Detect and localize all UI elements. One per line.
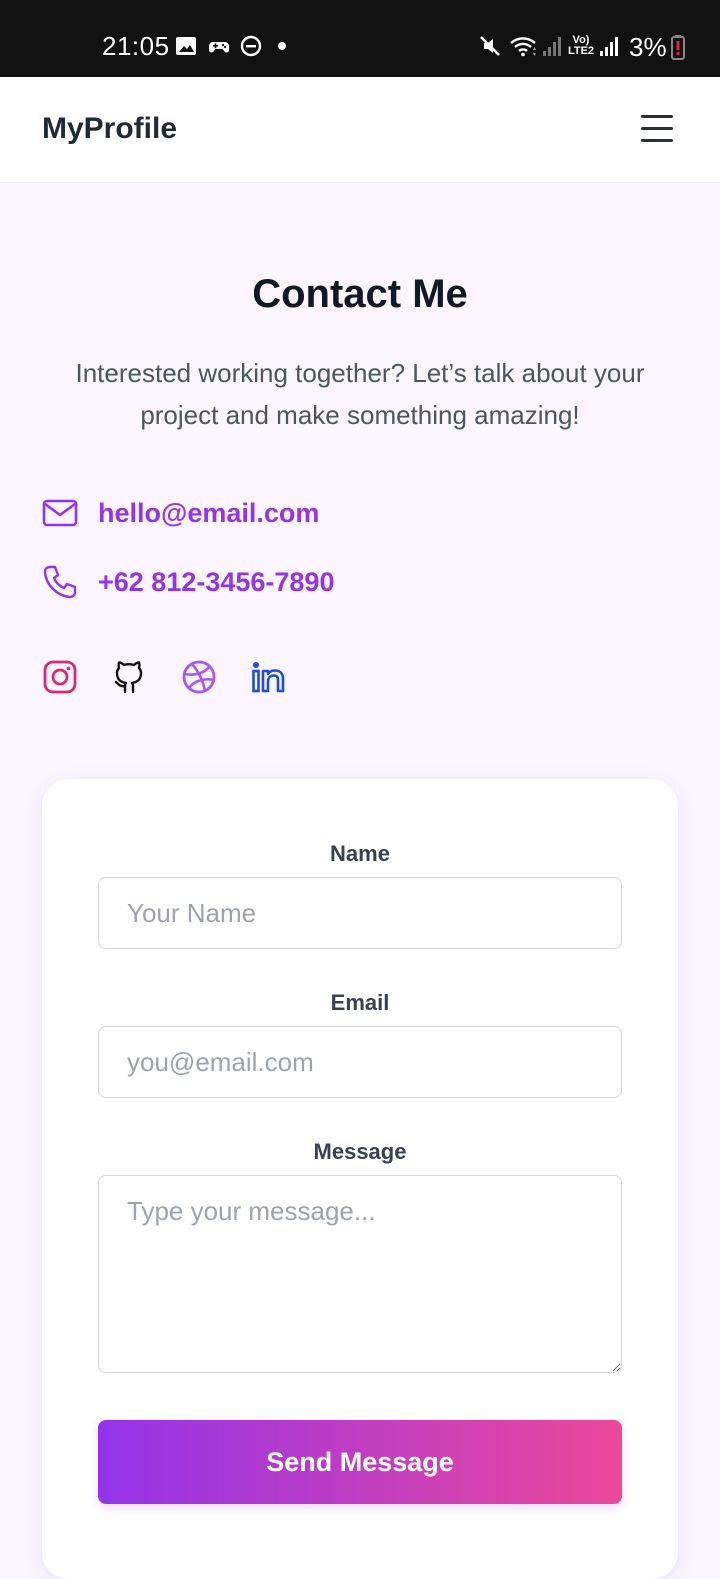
linkedin-icon[interactable] xyxy=(250,659,286,695)
signal-icon xyxy=(600,37,618,56)
phone-icon xyxy=(43,565,77,599)
status-time: 21:05 xyxy=(102,31,170,61)
email-link[interactable]: hello@email.com xyxy=(98,496,319,530)
brand-logo[interactable]: MyProfile xyxy=(42,111,177,147)
game-controller-icon xyxy=(209,42,229,53)
battery-low-icon xyxy=(671,35,685,60)
name-label: Name xyxy=(330,841,390,866)
message-label: Message xyxy=(313,1139,407,1164)
status-bar: 21:05 Vo) LTE2 3% xyxy=(0,0,720,77)
github-icon[interactable] xyxy=(111,659,147,695)
send-message-button[interactable]: Send Message xyxy=(98,1420,622,1504)
phone-link[interactable]: +62 812-3456-7890 xyxy=(98,565,334,599)
top-navbar: MyProfile xyxy=(0,77,720,183)
email-label: Email xyxy=(330,990,390,1015)
contact-form-card: Name Email Message Send Message xyxy=(42,779,678,1579)
email-input[interactable] xyxy=(98,1026,622,1098)
contact-phone-row[interactable]: +62 812-3456-7890 xyxy=(42,562,334,602)
wifi-icon xyxy=(510,37,536,57)
contact-subtitle: Interested working together? Let’s talk … xyxy=(75,358,645,430)
hamburger-menu-icon[interactable] xyxy=(636,107,678,149)
page-title: Contact Me xyxy=(252,272,468,316)
do-not-disturb-icon xyxy=(240,35,262,57)
battery-percentage: 3% xyxy=(629,32,667,62)
signal-icon xyxy=(543,37,561,56)
mail-icon xyxy=(42,499,78,527)
contact-email-row[interactable]: hello@email.com xyxy=(42,493,319,533)
dribbble-icon[interactable] xyxy=(181,659,217,695)
notification-dot-icon xyxy=(278,42,286,50)
name-input[interactable] xyxy=(98,877,622,949)
lte-icon: Vo) LTE2 xyxy=(567,34,595,57)
image-icon xyxy=(176,37,196,55)
instagram-icon[interactable] xyxy=(42,659,78,695)
message-textarea[interactable] xyxy=(98,1175,622,1373)
mute-icon xyxy=(480,36,500,56)
